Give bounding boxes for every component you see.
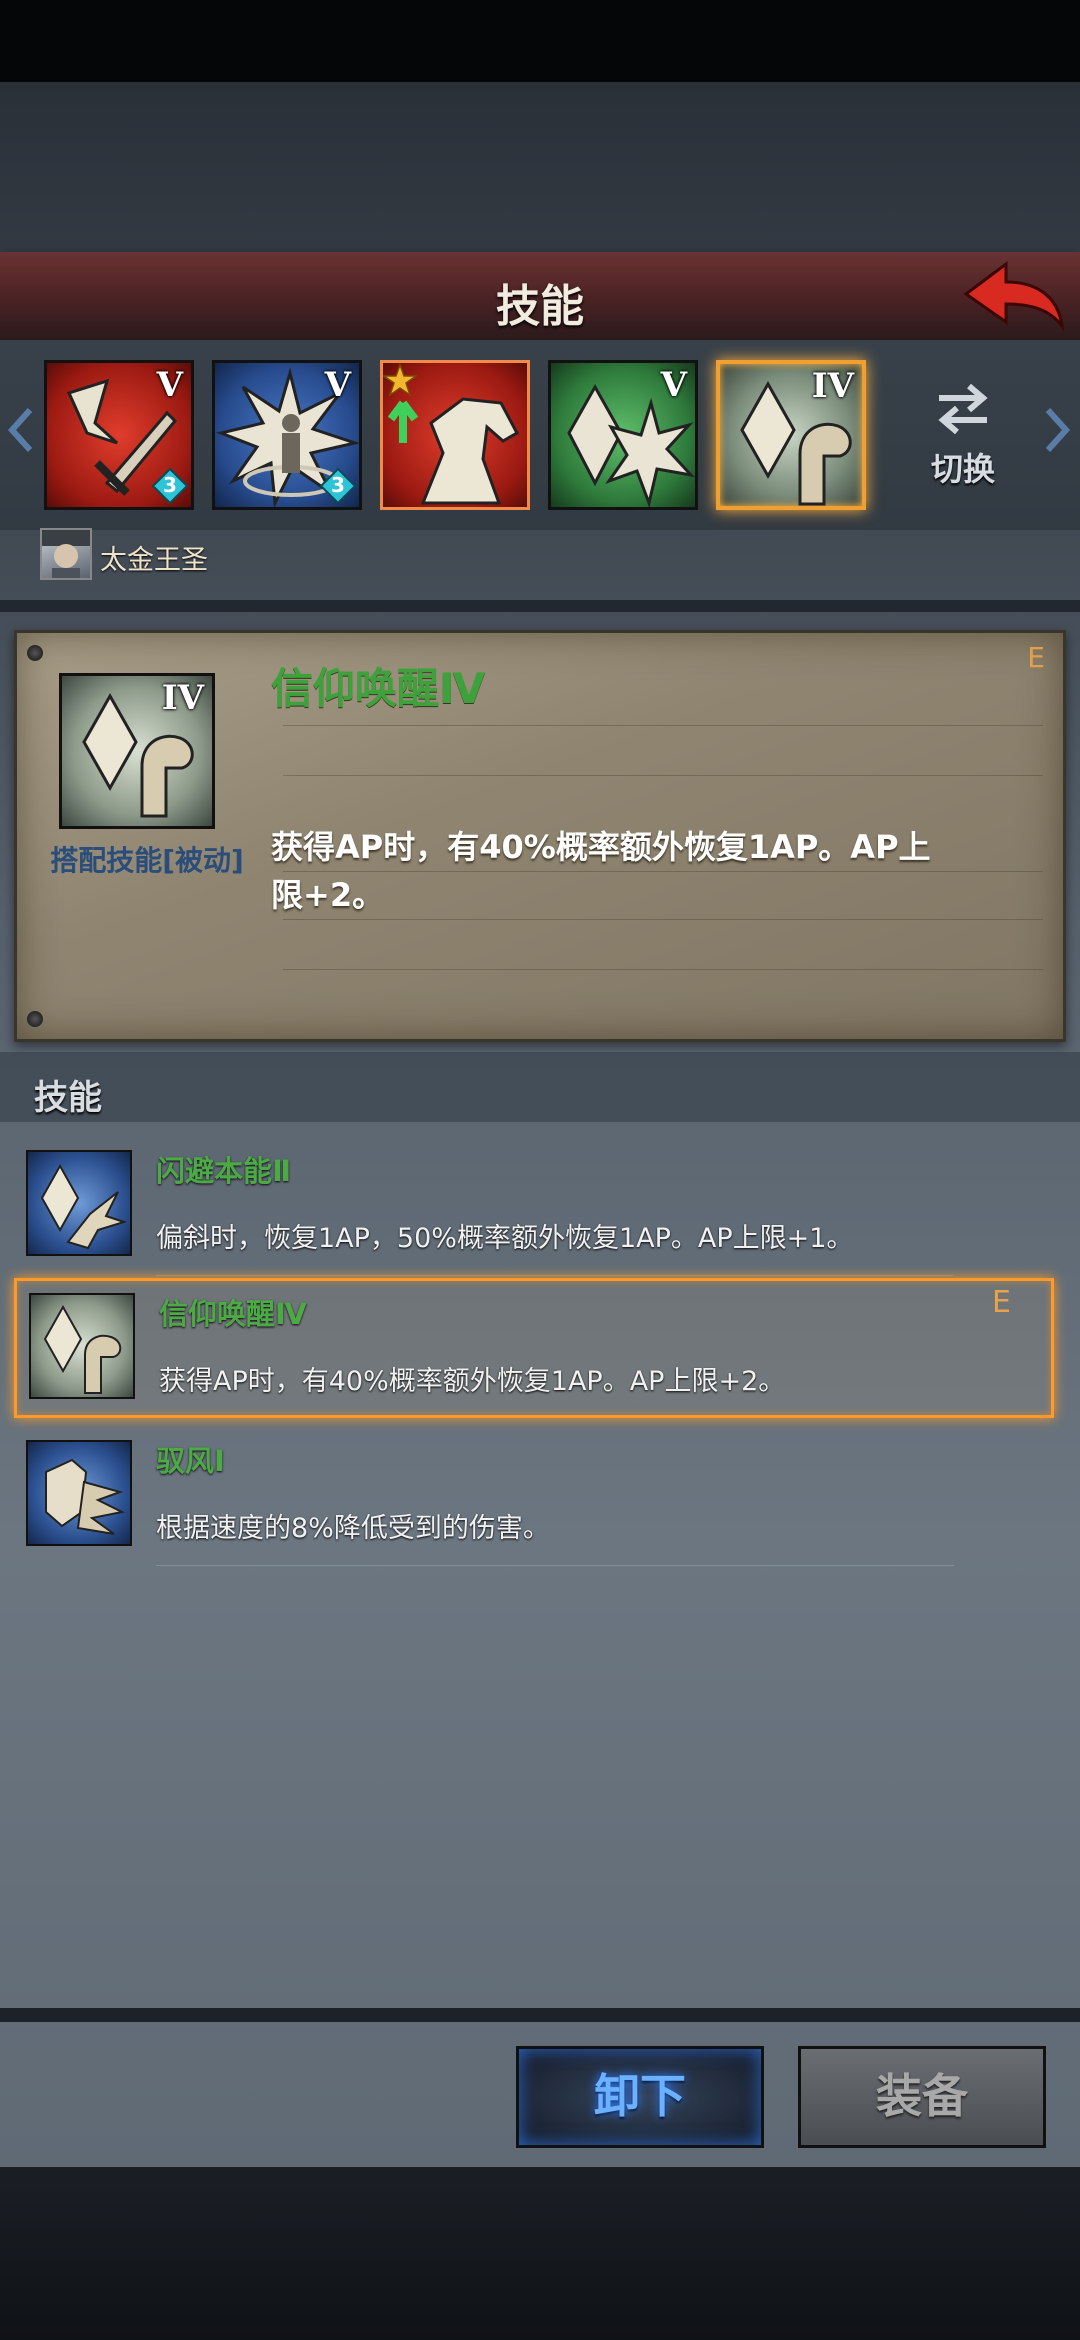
next-arrow[interactable] (1044, 406, 1072, 454)
back-arrow-icon (963, 261, 1065, 332)
detail-skill-icon: IV (59, 673, 215, 829)
portrait-icon (42, 530, 90, 578)
skill-icon (26, 1440, 132, 1546)
divider (156, 1275, 954, 1276)
back-button[interactable] (958, 254, 1068, 338)
divider (283, 919, 1043, 920)
divider (283, 775, 1043, 776)
detail-title: 信仰唤醒Ⅳ (271, 664, 486, 713)
gem-badge: 3 (151, 467, 189, 505)
chevron-left-icon (7, 407, 33, 453)
rank-label: V (324, 365, 351, 405)
rivet (27, 1011, 43, 1027)
rank-label: V (660, 365, 687, 405)
skill-slot-2[interactable]: V 3 (212, 360, 362, 510)
gem-count: 3 (163, 473, 177, 497)
bottom-area (0, 2167, 1080, 2340)
gem-badge: 3 (319, 467, 357, 505)
skill-description: 偏斜时，恢复1AP，50%概率额外恢复1AP。AP上限+1。 (156, 1223, 854, 1254)
equipped-tag: E (992, 1285, 1011, 1320)
skill-list-item[interactable]: 闪避本能Ⅱ 偏斜时，恢复1AP，50%概率额外恢复1AP。AP上限+1。 (14, 1138, 1054, 1276)
skill-description: 根据速度的8%降低受到的伤害。 (156, 1513, 550, 1544)
unequip-button[interactable]: 卸下 (516, 2046, 764, 2148)
divider (0, 2008, 1080, 2022)
rank-label: IV (161, 678, 204, 718)
skill-list-item-selected[interactable]: 信仰唤醒Ⅳ E 获得AP时，有40%概率额外恢复1AP。AP上限+2。 (14, 1278, 1054, 1418)
rank-label: V (156, 365, 183, 405)
skill-slot-1[interactable]: V 3 (44, 360, 194, 510)
skill-slot-3[interactable] (380, 360, 530, 510)
status-bar (0, 0, 1080, 82)
crystal-bird-icon (40, 1163, 128, 1250)
section-header (0, 1052, 1080, 1122)
equipped-skills-row: V 3 V 3 V IV 切换 (0, 340, 1080, 530)
skill-icon (29, 1293, 135, 1399)
character-avatar (40, 528, 92, 580)
swap-arrows-icon (938, 383, 988, 435)
star-icon (383, 363, 417, 397)
equipped-tag: E (1027, 641, 1045, 674)
skill-list-item[interactable]: 驭风Ⅰ 根据速度的8%降低受到的伤害。 (14, 1428, 1054, 1566)
switch-label: 切换 (930, 450, 995, 488)
divider (283, 725, 1043, 726)
divider (0, 600, 1080, 612)
skill-type-label: 搭配技能[被动] (50, 844, 244, 877)
rank-label: IV (811, 366, 854, 406)
skill-name: 驭风Ⅰ (156, 1444, 225, 1478)
shield-wind-icon (45, 1458, 126, 1535)
skill-icon (26, 1150, 132, 1256)
gem-count: 3 (331, 473, 345, 497)
page-title: 技能 (496, 281, 584, 332)
skill-detail-card: IV 搭配技能[被动] 信仰唤醒Ⅳ E 获得AP时，有40%概率额外恢复1AP。… (14, 630, 1066, 1042)
divider (156, 1565, 954, 1566)
prev-arrow[interactable] (6, 406, 34, 454)
header-bar: 技能 (0, 252, 1080, 340)
rivet (27, 645, 43, 661)
divider (283, 969, 1043, 970)
detail-description: 获得AP时，有40%概率额外恢复1AP。AP上限+2。 (271, 828, 931, 914)
character-name: 太金王圣 (100, 545, 208, 576)
equip-button[interactable]: 装备 (798, 2046, 1046, 2148)
skill-description: 获得AP时，有40%概率额外恢复1AP。AP上限+2。 (159, 1366, 786, 1397)
skill-slot-5[interactable]: IV (716, 360, 866, 510)
skill-name: 闪避本能Ⅱ (156, 1154, 292, 1188)
chevron-right-icon (1045, 407, 1071, 453)
crystal-arm-icon (43, 1304, 122, 1394)
skill-name: 信仰唤醒Ⅳ (159, 1297, 307, 1331)
section-title: 技能 (34, 1078, 102, 1118)
switch-button[interactable]: 切换 (918, 380, 1008, 490)
skill-slot-4[interactable]: V (548, 360, 698, 510)
